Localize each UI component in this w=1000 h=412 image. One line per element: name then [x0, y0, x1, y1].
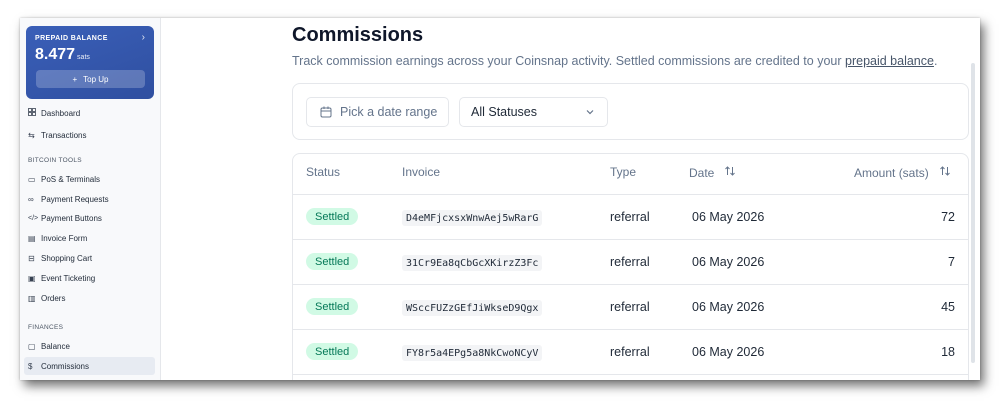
sidebar-item-dashboard[interactable]: Dashboard: [24, 104, 155, 122]
balance-unit: sats: [77, 54, 90, 61]
link-icon: ∞: [28, 194, 34, 204]
scrollbar[interactable]: [971, 63, 975, 363]
sidebar-item-payment-buttons[interactable]: </> Payment Buttons: [24, 209, 155, 227]
arrows-icon: ⇆: [28, 130, 35, 140]
column-header-label: Status: [306, 165, 341, 179]
section-label-finances: FINANCES: [28, 324, 64, 331]
status-badge: Settled: [306, 208, 359, 225]
monitor-icon: ▭: [28, 174, 36, 184]
plus-icon: +: [72, 74, 78, 84]
column-header-label: Type: [610, 165, 637, 179]
description-text: Track commission earnings across your Co…: [292, 54, 845, 68]
sidebar-item-label: Payment Buttons: [41, 213, 102, 223]
sidebar-item-invoice-form[interactable]: ▤ Invoice Form: [24, 229, 155, 247]
clipboard-icon: ▥: [28, 293, 36, 303]
dollar-icon: $: [28, 361, 33, 371]
sidebar: PREPAID BALANCE › 8.477 sats + Top Up Das…: [20, 18, 161, 380]
page-title: Commissions: [292, 24, 424, 46]
type-cell: referral: [610, 345, 650, 359]
sidebar-item-event-ticketing[interactable]: ▣ Event Ticketing: [24, 269, 155, 287]
sort-icon[interactable]: [939, 165, 951, 180]
type-cell: referral: [610, 210, 650, 224]
sidebar-item-balance[interactable]: ▢ Balance: [24, 337, 155, 355]
date-cell: 06 May 2026: [692, 345, 765, 359]
sidebar-item-label: Dashboard: [41, 108, 81, 118]
sidebar-item-label: Balance: [41, 341, 70, 351]
table-row[interactable]: Settled WSccFUZzGEfJiWkseD9Qgx referral …: [293, 285, 968, 330]
sidebar-item-label: Event Ticketing: [41, 273, 96, 283]
amount-cell: 7: [948, 255, 955, 269]
code-icon: </>: [28, 214, 39, 222]
sidebar-item-commissions[interactable]: $ Commissions: [24, 357, 155, 375]
column-header-label: Date: [689, 165, 715, 180]
column-header-date[interactable]: Date: [689, 165, 736, 180]
column-header-invoice: Invoice: [402, 165, 440, 179]
status-badge: Settled: [306, 253, 359, 270]
prepaid-balance-card[interactable]: PREPAID BALANCE › 8.477 sats + Top Up: [26, 26, 154, 99]
calendar-icon: [320, 106, 332, 118]
top-up-label: Top Up: [83, 74, 109, 84]
top-up-button[interactable]: + Top Up: [36, 70, 145, 88]
table-row[interactable]: Settled FY8r5a4EPg5a8NkCwoNCyV referral …: [293, 330, 968, 375]
filter-bar: Pick a date range All Statuses: [292, 83, 969, 140]
sidebar-item-label: Orders: [41, 293, 66, 303]
commissions-table: Status Invoice Type Date Amount (sats) S…: [292, 153, 969, 380]
description-suffix: .: [933, 54, 938, 68]
sidebar-item-label: Invoice Form: [41, 233, 88, 243]
sidebar-item-orders[interactable]: ▥ Orders: [24, 289, 155, 307]
date-cell: 06 May 2026: [692, 300, 765, 314]
balance-value: 8.477: [35, 46, 76, 63]
chevron-right-icon[interactable]: ›: [142, 32, 145, 43]
amount-cell: 45: [941, 300, 955, 314]
grid-icon: [28, 108, 41, 118]
column-header-label: Invoice: [402, 165, 441, 179]
invoice-id[interactable]: FY8r5a4EPg5a8NkCwoNCyV: [402, 345, 543, 361]
sidebar-item-label: Shopping Cart: [41, 253, 93, 263]
invoice-id[interactable]: WSccFUZzGEfJiWkseD9Qgx: [402, 300, 543, 316]
sort-icon[interactable]: [724, 165, 736, 180]
sidebar-item-label: Transactions: [41, 130, 87, 140]
date-range-picker[interactable]: Pick a date range: [306, 97, 449, 127]
date-cell: 06 May 2026: [692, 255, 765, 269]
sidebar-item-payment-requests[interactable]: ∞ Payment Requests: [24, 190, 155, 208]
prepaid-balance-link[interactable]: prepaid balance: [845, 54, 934, 68]
amount-cell: 72: [941, 210, 955, 224]
app-window: PREPAID BALANCE › 8.477 sats + Top Up Das…: [20, 18, 980, 380]
invoice-id[interactable]: D4eMFjcxsxWnwAej5wRarG: [402, 210, 543, 226]
scrollbar-thumb[interactable]: [971, 63, 975, 363]
status-badge: Settled: [306, 298, 359, 315]
section-label-bitcoin-tools: BITCOIN TOOLS: [28, 157, 82, 164]
wallet-icon: ▢: [28, 341, 36, 351]
sidebar-item-label: PoS & Terminals: [41, 174, 100, 184]
page-description: Track commission earnings across your Co…: [292, 54, 937, 68]
status-select-value: All Statuses: [471, 105, 538, 119]
column-header-status: Status: [306, 165, 340, 179]
type-cell: referral: [610, 300, 650, 314]
chevron-down-icon: [585, 107, 595, 117]
date-cell: 06 May 2026: [692, 210, 765, 224]
document-icon: ▤: [28, 233, 36, 243]
sidebar-item-label: Payment Requests: [41, 194, 109, 204]
table-row[interactable]: Settled D4eMFjcxsxWnwAej5wRarG referral …: [293, 195, 968, 240]
ticket-icon: ▣: [28, 273, 36, 283]
balance-amount: 8.477 sats: [35, 46, 90, 64]
sidebar-item-pos-terminals[interactable]: ▭ PoS & Terminals: [24, 170, 155, 188]
status-badge: Settled: [306, 343, 359, 360]
date-range-placeholder: Pick a date range: [340, 105, 438, 119]
sidebar-item-shopping-cart[interactable]: ⊟ Shopping Cart: [24, 249, 155, 267]
sidebar-item-transactions[interactable]: ⇆ Transactions: [24, 126, 155, 144]
table-row[interactable]: Settled 31Cr9Ea8qCbGcXKirzZ3Fc referral …: [293, 240, 968, 285]
column-header-label: Amount (sats): [854, 165, 929, 180]
amount-cell: 18: [941, 345, 955, 359]
balance-label: PREPAID BALANCE: [35, 35, 108, 42]
column-header-amount[interactable]: Amount (sats): [854, 165, 951, 180]
sidebar-item-label: Commissions: [41, 361, 90, 371]
type-cell: referral: [610, 255, 650, 269]
main-content: Commissions Track commission earnings ac…: [161, 18, 980, 380]
status-select[interactable]: All Statuses: [459, 97, 608, 127]
column-header-type: Type: [610, 165, 636, 179]
invoice-id[interactable]: 31Cr9Ea8qCbGcXKirzZ3Fc: [402, 255, 543, 271]
cart-icon: ⊟: [28, 253, 35, 263]
